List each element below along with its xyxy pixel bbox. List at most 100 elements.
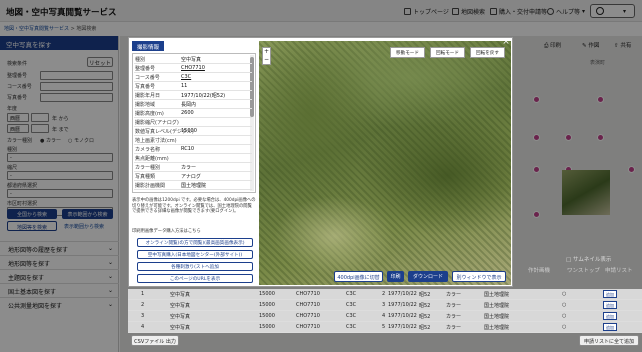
info-key: 整理番号	[135, 66, 156, 72]
online-view-button[interactable]: オンライン閲覧(の方で閲覧)(最高画質画像表示)	[137, 238, 253, 247]
download-button[interactable]: ダウンロード	[408, 271, 448, 282]
table-cell: ○	[562, 291, 567, 297]
table-cell: カラー	[446, 314, 462, 320]
info-key: 撮影地域	[135, 102, 156, 108]
info-value: 長岡内	[181, 102, 197, 108]
table-cell: 国土地理院	[484, 314, 510, 320]
info-value: 1977/10/22(昭52)	[181, 93, 226, 99]
info-row: 撮影年月日 1977/10/22(昭52)	[134, 91, 252, 100]
purchase-photo-button[interactable]: 空中写真購入(日本地図センター(外部サイト))	[137, 250, 253, 259]
table-cell: 1977/10/22	[388, 291, 417, 297]
table-cell: 空中写真	[170, 292, 191, 298]
table-cell: 15000	[259, 324, 275, 330]
table-cell: 4	[382, 313, 386, 319]
table-cell: 1977/10/22	[388, 313, 417, 319]
move-mode-button[interactable]: 移動モード	[390, 47, 425, 58]
info-value: 11	[181, 83, 188, 89]
info-key: 焦点距離(mm)	[135, 156, 169, 162]
table-row[interactable]: 1 空中写真 15000 CHO7710 C3C 2 1977/10/22 昭52 カラー 国土地…	[128, 289, 642, 300]
table-cell: 1	[141, 291, 145, 297]
table-row[interactable]: 3 空中写真 15000 CHO7710 C3C 4 1977/10/22 昭52 カラー 国土地…	[128, 311, 642, 322]
table-cell: 1977/10/22	[388, 302, 417, 308]
table-cell: ○	[562, 313, 567, 319]
zoom-control[interactable]: + −	[262, 47, 271, 65]
zoom-out-icon[interactable]: −	[263, 56, 270, 64]
info-value: 15000	[181, 128, 197, 134]
info-key: 撮影年月日	[135, 93, 161, 99]
info-row: カメラ名称 RC10	[134, 145, 252, 154]
table-cell: 昭52	[419, 303, 431, 309]
table-cell: 2	[382, 291, 386, 297]
info-key: 撮影計画機関	[135, 183, 166, 189]
table-cell: C3C	[346, 291, 357, 297]
info-key: 地上画素寸法(cm)	[135, 138, 177, 144]
info-value: アナログ	[181, 174, 201, 180]
info-value: カラー	[181, 165, 197, 171]
close-icon[interactable]: ×	[499, 37, 513, 51]
table-cell: 15000	[259, 291, 275, 297]
table-cell: 15000	[259, 302, 275, 308]
table-cell: 5	[382, 324, 386, 330]
info-key: 種別	[135, 57, 146, 63]
add-to-list-button[interactable]: 各種刺激り(ストへ追加	[137, 262, 253, 271]
table-cell: CHO7710	[296, 302, 320, 308]
zoom-in-icon[interactable]: +	[263, 48, 270, 56]
print-button[interactable]: 印刷	[387, 271, 404, 282]
rotate-mode-button[interactable]: 回転モード	[430, 47, 465, 58]
show-url-button[interactable]: このページのURLを表示	[137, 274, 253, 283]
table-cell: カラー	[446, 292, 462, 298]
info-row: 写真種類 アナログ	[134, 172, 252, 181]
table-cell: CHO7710	[296, 324, 320, 330]
add-to-list-button[interactable]: 追加	[603, 312, 617, 320]
table-cell: カラー	[446, 325, 462, 331]
tab-photo-info[interactable]: 撮影情報	[132, 41, 164, 51]
info-value: 空中写真	[181, 57, 202, 63]
info-key: カメラ名称	[135, 147, 161, 153]
info-row: 焦点距離(mm)	[134, 154, 252, 163]
table-cell: 空中写真	[170, 325, 191, 331]
add-all-button[interactable]: 申請リストに全て追加	[579, 335, 639, 346]
table-cell: CHO7710	[296, 313, 320, 319]
resolution-note: 表示中の画像は1200dpi です。必要な場合は、400dpi画像への切り替えが…	[132, 198, 256, 214]
info-key: 撮影縮尺(アナログ)	[135, 120, 179, 126]
table-cell: 昭52	[419, 325, 431, 331]
add-to-list-button[interactable]: 追加	[603, 301, 617, 309]
add-to-list-button[interactable]: 追加	[603, 323, 617, 331]
table-cell: 2	[141, 302, 145, 308]
info-value: C3C	[181, 74, 192, 80]
switch-400dpi-button[interactable]: 400dpi画像に切替	[334, 271, 383, 282]
info-table: 種別 空中写真 整理番号 CHO7710 コース番号 C3C 写真番号 11 撮影年月日 1977…	[132, 53, 256, 193]
sample-toggle[interactable]: □ サムネイル表示	[566, 255, 611, 263]
table-cell: カラー	[446, 303, 462, 309]
aerial-photo[interactable]: + − 移動モード 回転モード 回転を戻す 400dpi画像に切替 印刷 ダウンロ…	[259, 41, 511, 285]
info-row: 撮影高度(m) 2600	[134, 109, 252, 118]
table-cell: ○	[562, 324, 567, 330]
table-cell: C3C	[346, 324, 357, 330]
info-row: 撮影計画機関 国土地理院	[134, 181, 252, 190]
info-row: 撮影地域 長岡内	[134, 100, 252, 109]
table-cell: 国土地理院	[484, 303, 510, 309]
info-key: カラー種別	[135, 165, 161, 171]
photo-info-modal: 撮影情報 種別 空中写真 整理番号 CHO7710 コース番号 C3C 写真番号 11 撮影年月…	[128, 37, 513, 287]
csv-export-button[interactable]: CSVファイル 出力	[131, 335, 179, 346]
table-cell: ○	[562, 302, 567, 308]
table-cell: 1977/10/22	[388, 324, 417, 330]
info-row: 地上画素寸法(cm)	[134, 136, 252, 145]
table-cell: 昭52	[419, 314, 431, 320]
open-new-window-button[interactable]: 別ウィンドウで表示	[452, 271, 506, 282]
info-value: 2600	[181, 110, 194, 116]
info-row: カラー種別 カラー	[134, 163, 252, 172]
info-row: 整理番号 CHO7710	[134, 64, 252, 73]
table-cell: 空中写真	[170, 314, 191, 320]
table-row[interactable]: 2 空中写真 15000 CHO7710 C3C 3 1977/10/22 昭52 カラー 国土地…	[128, 300, 642, 311]
table-row[interactable]: 4 空中写真 15000 CHO7710 C3C 5 1977/10/22 昭52 カラー 国土地…	[128, 322, 642, 333]
table-cell: C3C	[346, 302, 357, 308]
table-cell: 国土地理院	[484, 292, 510, 298]
table-cell: 昭52	[419, 292, 431, 298]
info-key: 写真番号	[135, 84, 156, 90]
info-row: 数値写真レベル(デジタル) 15000	[134, 127, 252, 136]
add-to-list-button[interactable]: 追加	[603, 290, 617, 298]
table-cell: 4	[141, 324, 145, 330]
table-cell: 空中写真	[170, 303, 191, 309]
table-cell: 3	[382, 302, 386, 308]
